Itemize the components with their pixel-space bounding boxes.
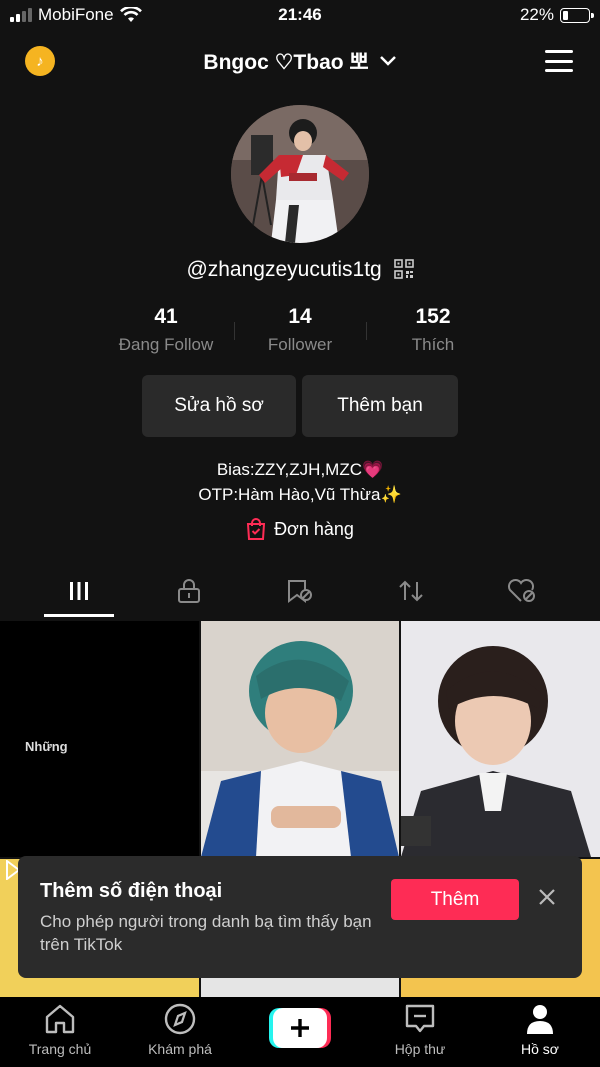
avatar[interactable] (231, 105, 369, 243)
repost-icon[interactable] (396, 576, 426, 606)
video-caption: Những (25, 739, 68, 754)
home-icon (45, 1004, 75, 1034)
battery-percent: 22% (519, 5, 554, 24)
video-thumbnail[interactable] (401, 621, 600, 857)
profile-icon (527, 1005, 553, 1034)
nav-label: Khám phá (148, 1041, 212, 1057)
qr-code-icon[interactable] (393, 259, 414, 279)
hamburger-menu-icon[interactable] (545, 50, 573, 72)
nav-label: Hộp thư (394, 1041, 446, 1057)
battery-icon (560, 7, 594, 23)
follower-count: 14 (288, 305, 312, 328)
favorites-icon[interactable] (285, 576, 315, 606)
add-phone-button[interactable]: Thêm (391, 879, 519, 920)
video-thumbnail[interactable] (201, 621, 399, 857)
inbox-icon (405, 1004, 435, 1033)
nav-discover[interactable]: Khám phá (125, 1003, 235, 1057)
nav-inbox[interactable]: Hộp thư (365, 1003, 475, 1057)
nav-home[interactable]: Trang chủ (5, 1003, 115, 1057)
private-lock-icon[interactable] (174, 576, 204, 606)
bio-line: OTP:Hàm Hào,Vũ Thừa✨ (198, 485, 402, 504)
likes-count: 152 (415, 305, 451, 328)
toast-body: Cho phép người trong danh bạ tìm thấy bạ… (40, 912, 372, 954)
edit-profile-button[interactable]: Sửa hồ sơ (142, 375, 296, 437)
orders-link[interactable]: Đơn hàng (0, 518, 600, 540)
chevron-down-icon (379, 56, 396, 66)
create-plus-icon[interactable] (269, 1008, 331, 1048)
compass-icon (164, 1003, 196, 1035)
orders-label: Đơn hàng (274, 518, 354, 539)
profile-tabs (0, 566, 600, 618)
video-thumbnail[interactable]: Những (0, 621, 199, 857)
nav-profile[interactable]: Hồ sơ (485, 1003, 595, 1057)
status-bar: MobiFone 21:46 22% (0, 0, 600, 32)
shopping-bag-icon (246, 518, 266, 540)
add-friend-button[interactable]: Thêm bạn (302, 375, 458, 437)
username: @zhangzeyucutis1tg (186, 258, 382, 281)
nav-label: Trang chủ (28, 1041, 92, 1057)
add-phone-toast: Thêm số điện thoại Cho phép người trong … (18, 856, 582, 978)
profile-title[interactable]: Bngoc ♡Tbao 뽀 (0, 46, 600, 76)
following-count: 41 (154, 305, 178, 328)
battery-group: 22% (519, 5, 594, 25)
bio-line: Bias:ZZY,ZJH,MZC💗 (216, 460, 384, 479)
liked-hidden-icon[interactable] (507, 576, 537, 606)
nav-label: Hồ sơ (521, 1041, 559, 1057)
likes-label: Thích (411, 335, 455, 354)
clock: 21:46 (278, 5, 322, 24)
bio: Bias:ZZY,ZJH,MZC💗 OTP:Hàm Hào,Vũ Thừa✨ (0, 457, 600, 507)
following-label: Đang Follow (118, 335, 214, 354)
username-row: @zhangzeyucutis1tg (0, 258, 600, 282)
follower-stat[interactable]: 14 Follower (230, 305, 370, 355)
likes-stat[interactable]: 152 Thích (363, 305, 503, 355)
battery-fill (563, 10, 568, 20)
bottom-nav: Trang chủ Khám phá Hộp thư Hồ sơ (0, 997, 600, 1067)
account-name: Bngoc ♡Tbao 뽀 (203, 51, 369, 74)
following-stat[interactable]: 41 Đang Follow (96, 305, 236, 355)
close-icon[interactable] (536, 886, 558, 908)
active-tab-indicator (44, 614, 114, 617)
toast-title: Thêm số điện thoại (40, 880, 223, 902)
follower-label: Follower (267, 335, 333, 354)
videos-grid-icon[interactable] (64, 576, 94, 606)
